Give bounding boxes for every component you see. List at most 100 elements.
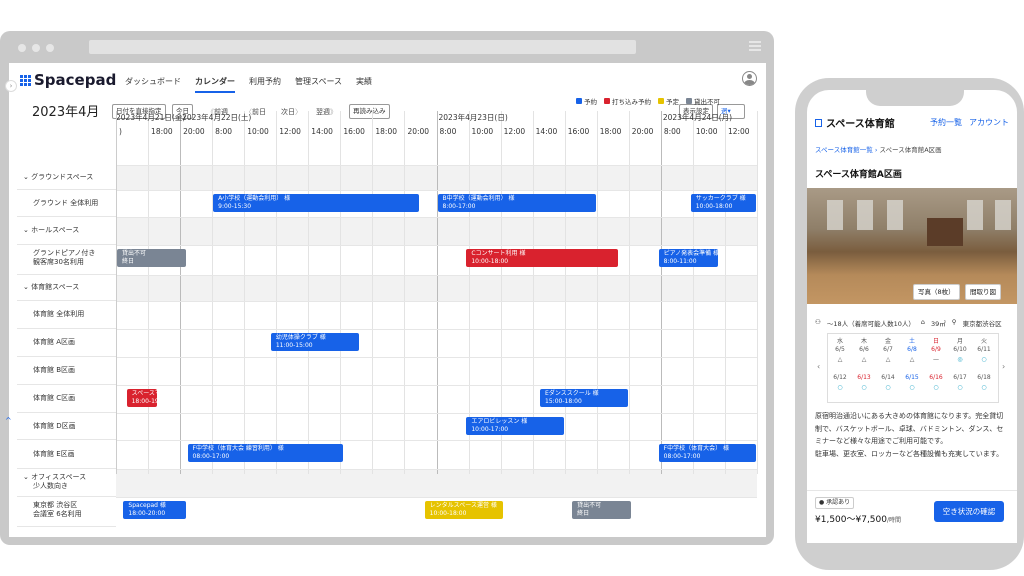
collapse-sidebar-icon[interactable]: ›	[5, 80, 17, 92]
legend-swatch	[686, 98, 692, 104]
address-bar[interactable]	[89, 40, 636, 54]
weekday-label: 水	[836, 338, 843, 345]
availability-mark[interactable]: ○	[972, 356, 996, 363]
reservations-link[interactable]: 予約一覧	[930, 117, 962, 128]
resource-row: グランドピアノ付き 観客席30名利用	[17, 245, 116, 275]
floor-plan-button[interactable]: 間取り図	[965, 284, 1001, 300]
resource-category[interactable]: ⌄ 体育館スペース	[17, 275, 116, 301]
photos-button[interactable]: 写真（8枚）	[913, 284, 960, 300]
availability-mark[interactable]: ○	[828, 384, 852, 391]
grid-hline	[116, 357, 757, 358]
grid-vline	[757, 111, 758, 474]
availability-mark[interactable]: △	[876, 356, 900, 363]
calendar-prev-icon[interactable]: ‹	[817, 362, 820, 371]
resource-row: 体育館 E区画	[17, 440, 116, 469]
chevron-down-icon[interactable]: ⌄	[23, 173, 31, 181]
space-info: ⚇ 〜18人（着席可能人数10人） ⌂ 39㎡ ⚲ 東京都渋谷区	[815, 318, 1002, 328]
booking-event[interactable]: 貸出不可 終日	[117, 249, 186, 267]
legend-item-2: 予定	[658, 96, 679, 106]
weekday-label: 木	[860, 338, 867, 345]
time-header: 12:00	[727, 127, 750, 136]
availability-mark[interactable]: △	[852, 356, 876, 363]
time-header: 10:00	[695, 127, 718, 136]
time-header: 10:00	[471, 127, 494, 136]
time-header: 10:00	[247, 127, 269, 136]
nav-item-3[interactable]: 管理スペース	[295, 76, 342, 93]
person-icon: ⚇	[815, 318, 821, 326]
booking-event[interactable]: F中学校（体育大会） 様 08:00-17:00	[658, 444, 756, 462]
booking-event[interactable]: B中学校（運動会利用） 様 8:00-17:00	[437, 194, 596, 212]
legend-swatch	[604, 98, 610, 104]
availability-mark[interactable]: —	[924, 356, 948, 363]
nav-item-4[interactable]: 実績	[356, 76, 372, 93]
chevron-down-icon[interactable]: ⌄	[23, 283, 31, 291]
availability-mark[interactable]: △	[828, 356, 852, 363]
date-cell: 6/17	[953, 374, 967, 381]
booking-event[interactable]: レンタルスペース運営 様 10:00-18:00	[424, 501, 503, 519]
booking-event[interactable]: エアロビレッスン 様 10:00-17:00	[466, 417, 564, 435]
phone-app-title: スペース体育館	[815, 115, 895, 130]
info-icon: ●	[819, 499, 825, 506]
nav-item-1[interactable]: カレンダー	[195, 76, 235, 93]
availability-mark[interactable]: ○	[948, 384, 972, 391]
nav-item-0[interactable]: ダッシュボード	[125, 76, 181, 93]
booking-event[interactable]: 貸出不可 終日	[572, 501, 631, 519]
date-cell: 6/16	[929, 374, 943, 381]
chevron-down-icon[interactable]: ⌄	[23, 473, 31, 481]
booking-event[interactable]: Cコンサート利用 様 10:00-18:00	[466, 249, 619, 267]
legend-item-0: 予約	[576, 96, 597, 106]
availability-calendar: 水木金土日月火 6/5 6/6 6/7 6/8 6/9 6/10 6/11 △ △ △ △ — ◎ ○ 6/1…	[827, 333, 999, 403]
booking-event[interactable]: スペースマ18:00-19	[126, 389, 157, 407]
resource-category[interactable]: ⌄ オフィススペース 少人数向き	[17, 469, 116, 497]
resource-category[interactable]: ⌄ グラウンドスペース	[17, 165, 116, 190]
legend: 予約 打ち込み予約 予定 貸出不可	[576, 96, 720, 106]
grid-hline	[116, 275, 757, 276]
account-link[interactable]: アカウント	[969, 117, 1009, 128]
phone-notch	[866, 86, 964, 106]
nav-item-2[interactable]: 利用予約	[249, 76, 281, 93]
booking-event[interactable]: 幼児体操クラブ 様 11:00-15:00	[270, 333, 359, 351]
date-cell: 6/9	[931, 346, 941, 353]
grid-hline	[116, 165, 757, 166]
time-header: 20:00	[631, 127, 654, 136]
date-cell: 6/14	[881, 374, 895, 381]
booking-event[interactable]: サッカークラブ 様 10:00-18:00	[690, 194, 756, 212]
area-icon: ⌂	[920, 318, 926, 326]
location-icon: ⚲	[951, 318, 957, 326]
window-dots	[18, 44, 54, 52]
check-availability-button[interactable]: 空き状況の確認	[934, 501, 1004, 522]
availability-mark[interactable]: ○	[852, 384, 876, 391]
availability-mark[interactable]: ○	[972, 384, 996, 391]
building-icon	[815, 118, 822, 127]
resource-row: 東京都 渋谷区 会議室 6名利用	[17, 497, 116, 527]
time-header: 18:00	[599, 127, 622, 136]
breadcrumb-current: スペース体育館A区画	[879, 146, 942, 154]
availability-mark[interactable]: △	[900, 356, 924, 363]
grid-hline	[116, 440, 757, 441]
phone-screen	[807, 90, 1017, 542]
booking-event[interactable]: ピアノ発表会準備 様 8:00-11:00	[658, 249, 718, 267]
chevron-down-icon[interactable]: ⌄	[23, 226, 31, 234]
time-header: 8:00	[663, 127, 681, 136]
booking-event[interactable]: A小学校（運動会利用） 様 9:00-15:30	[213, 194, 420, 212]
user-avatar-icon[interactable]	[742, 71, 757, 86]
time-header: 20:00	[183, 127, 205, 136]
price: ¥1,500〜¥7,500/時間	[815, 515, 902, 525]
grid-hline	[116, 301, 757, 302]
date-cell: 6/15	[905, 374, 919, 381]
availability-mark[interactable]: ◎	[948, 356, 972, 363]
resource-row: 体育館 A区画	[17, 329, 116, 357]
logo[interactable]: Spacepad	[20, 71, 116, 89]
menu-icon[interactable]	[749, 41, 761, 51]
breadcrumb-link[interactable]: スペース体育館一覧	[815, 146, 873, 154]
scroll-up-icon[interactable]: ^	[5, 416, 12, 425]
booking-event[interactable]: Eダンススクール 様 15:00-18:00	[540, 389, 628, 407]
availability-mark[interactable]: ○	[876, 384, 900, 391]
booking-event[interactable]: Spacepad 様 18:00-20:00	[123, 501, 186, 519]
calendar-next-icon[interactable]: ›	[1002, 362, 1005, 371]
availability-mark[interactable]: ○	[924, 384, 948, 391]
availability-mark[interactable]: ○	[900, 384, 924, 391]
resource-category[interactable]: ⌄ ホールスペース	[17, 217, 116, 245]
resource-row: 体育館 D区画	[17, 413, 116, 440]
booking-event[interactable]: F中学校（体育大会 練習利用） 様 08:00-17:00	[187, 444, 343, 462]
